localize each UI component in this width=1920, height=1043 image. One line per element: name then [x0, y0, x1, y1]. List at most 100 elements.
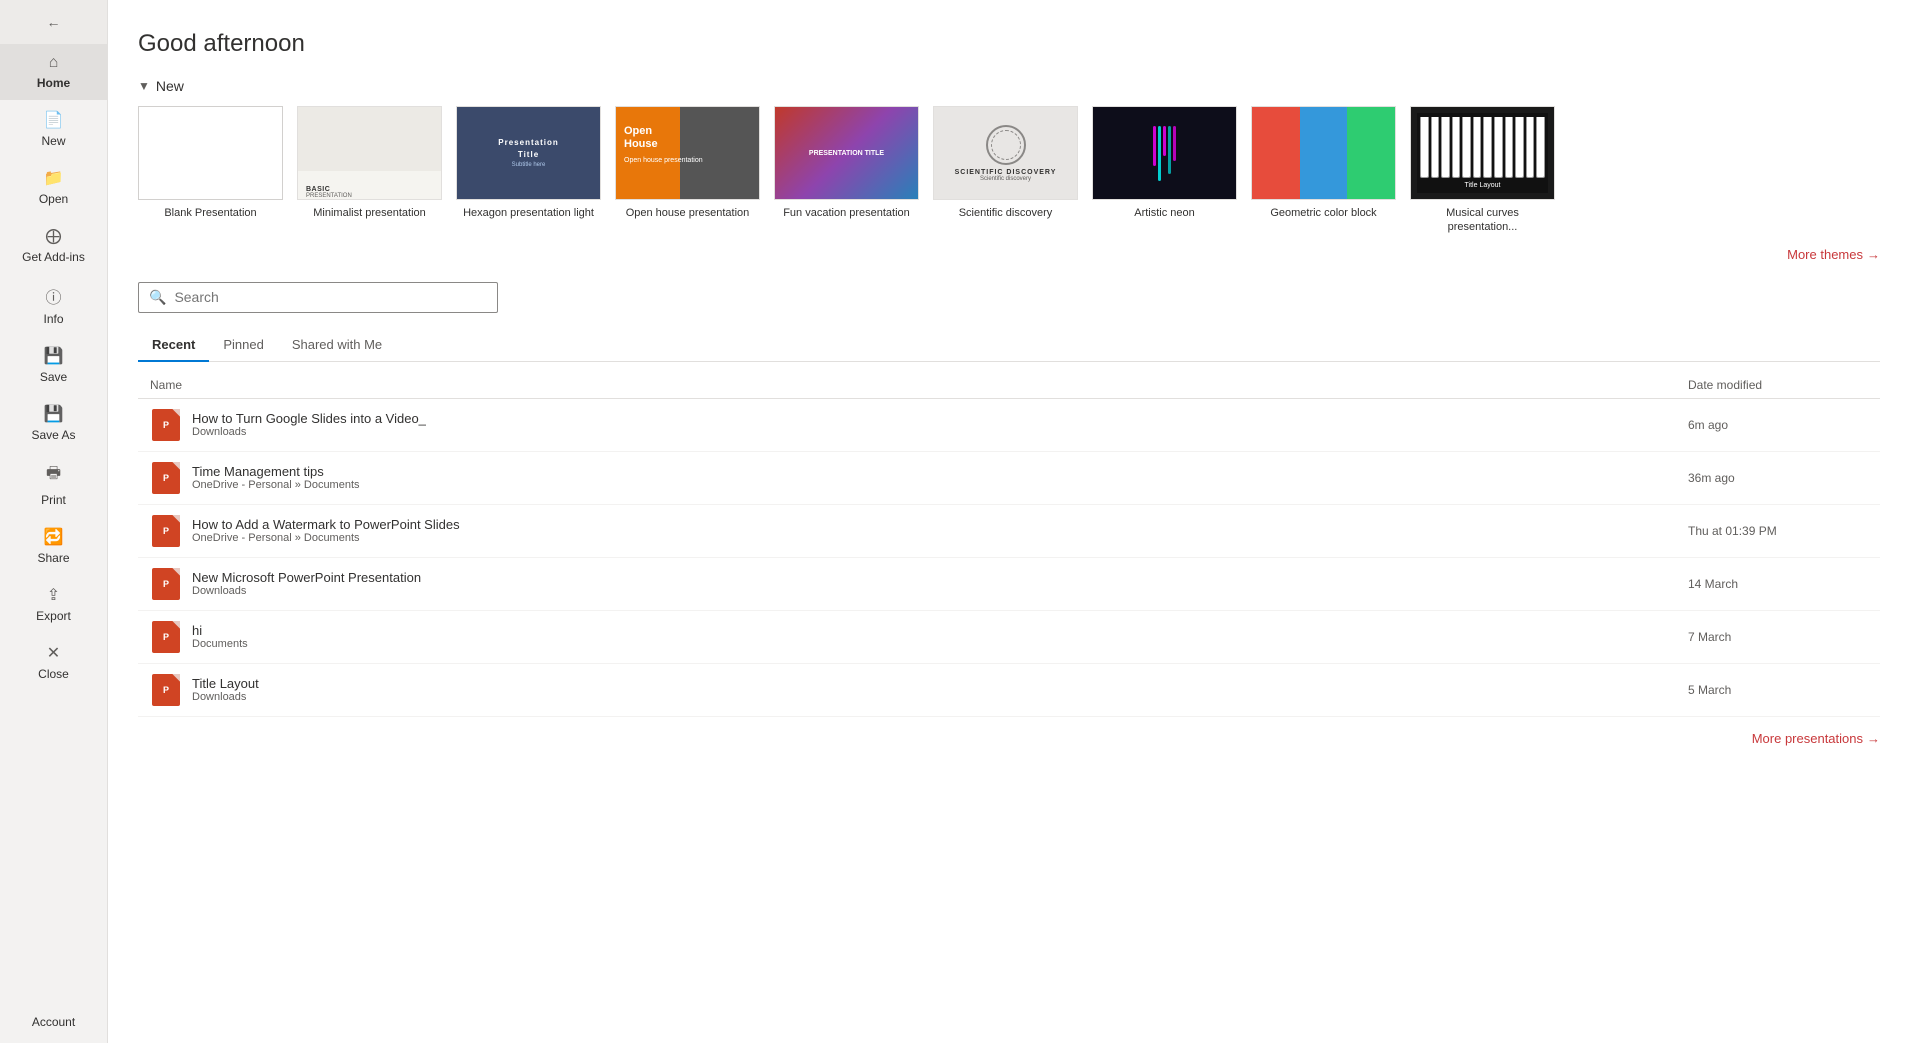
sidebar-item-addins[interactable]: ⨁ Get Add-ins	[0, 216, 107, 274]
geo-red	[1252, 107, 1300, 199]
template-label-hexagon: Hexagon presentation light	[463, 206, 594, 220]
tab-shared[interactable]: Shared with Me	[278, 329, 396, 362]
more-themes-label: More themes	[1787, 247, 1863, 262]
file-info-2: Time Management tips OneDrive - Personal…	[192, 464, 1678, 491]
template-funvacation[interactable]: PRESENTATION TITLE Fun vacation presenta…	[774, 106, 919, 235]
sidebar-item-info-label: Info	[43, 312, 63, 326]
sidebar-item-new[interactable]: 📄 New	[0, 100, 107, 158]
geo-blue	[1300, 107, 1348, 199]
col-name-header: Name	[150, 378, 1688, 392]
template-thumb-geometric	[1251, 106, 1396, 200]
template-geometric[interactable]: Geometric color block	[1251, 106, 1396, 235]
template-blank[interactable]: Blank Presentation	[138, 106, 283, 235]
file-icon-5: P	[150, 621, 182, 653]
sidebar-item-saveas-label: Save As	[31, 428, 75, 442]
main-content: Good afternoon ▼ New Blank Presentation …	[108, 0, 1920, 1043]
file-date-5: 7 March	[1688, 630, 1868, 644]
new-icon: 📄	[44, 110, 64, 130]
sidebar-item-addins-label: Get Add-ins	[22, 250, 85, 264]
template-scientific[interactable]: SCIENTIFIC DISCOVERY Scientific discover…	[933, 106, 1078, 235]
search-bar[interactable]: 🔍	[138, 282, 498, 313]
sidebar-item-export[interactable]: ⇪ Export	[0, 575, 107, 633]
sidebar-item-print[interactable]: 🖶 Print	[0, 452, 107, 517]
file-icon-4: P	[150, 568, 182, 600]
template-artisticneon[interactable]: Artistic neon	[1092, 106, 1237, 235]
account-button[interactable]: Account	[0, 1001, 107, 1043]
sidebar-item-info[interactable]: ⓘ Info	[0, 274, 107, 336]
file-row-1[interactable]: P How to Turn Google Slides into a Video…	[138, 399, 1880, 452]
more-presentations-button[interactable]: More presentations →	[138, 731, 1880, 746]
sidebar-item-saveas[interactable]: 💾 Save As	[0, 394, 107, 452]
back-button[interactable]: ←	[0, 0, 107, 44]
file-list-header: Name Date modified	[138, 372, 1880, 399]
file-row-5[interactable]: P hi Documents 7 March	[138, 611, 1880, 664]
new-section-label: New	[156, 78, 184, 94]
new-section-header[interactable]: ▼ New	[138, 78, 1880, 94]
file-name-2: Time Management tips	[192, 464, 1678, 479]
templates-row: Blank Presentation BASIC PRESENTATION Mi…	[138, 106, 1880, 235]
addins-icon: ⨁	[46, 226, 62, 246]
template-musical[interactable]: Title Layout Musical curves presentation…	[1410, 106, 1555, 235]
sidebar-item-save-label: Save	[40, 370, 67, 384]
file-info-5: hi Documents	[192, 623, 1678, 650]
more-presentations-arrow: →	[1867, 731, 1880, 746]
template-thumb-hexagon: Presentation Title Subtitle here	[456, 106, 601, 200]
template-minimalist[interactable]: BASIC PRESENTATION Minimalist presentati…	[297, 106, 442, 235]
openhouse-title: OpenHouse	[624, 125, 658, 151]
sidebar-item-print-label: Print	[41, 493, 66, 507]
openhouse-sub: Open house presentation	[624, 157, 703, 164]
file-name-1: How to Turn Google Slides into a Video_	[192, 411, 1678, 426]
template-label-openhouse: Open house presentation	[626, 206, 750, 220]
template-thumb-artisticneon	[1092, 106, 1237, 200]
sidebar-item-share[interactable]: 🔁 Share	[0, 517, 107, 575]
musical-title-text: Title Layout	[1417, 178, 1548, 193]
file-icon-6: P	[150, 674, 182, 706]
file-date-4: 14 March	[1688, 577, 1868, 591]
sidebar-item-home[interactable]: ⌂ Home	[0, 44, 107, 100]
template-hexagon[interactable]: Presentation Title Subtitle here Hexagon…	[456, 106, 601, 235]
home-icon: ⌂	[49, 54, 59, 72]
sidebar-item-new-label: New	[41, 134, 65, 148]
pptx-icon-6: P	[152, 674, 180, 706]
sidebar-item-save[interactable]: 💾 Save	[0, 336, 107, 394]
file-info-1: How to Turn Google Slides into a Video_ …	[192, 411, 1678, 438]
template-label-minimalist: Minimalist presentation	[313, 206, 426, 220]
file-row-3[interactable]: P How to Add a Watermark to PowerPoint S…	[138, 505, 1880, 558]
pptx-icon-2: P	[152, 462, 180, 494]
sci-circle	[986, 125, 1026, 165]
info-icon: ⓘ	[45, 284, 61, 308]
template-openhouse[interactable]: OpenHouse Open house presentation Open h…	[615, 106, 760, 235]
file-info-6: Title Layout Downloads	[192, 676, 1678, 703]
sidebar-item-close-label: Close	[38, 667, 69, 681]
sidebar-item-open[interactable]: 📁 Open	[0, 158, 107, 216]
more-themes-button[interactable]: More themes →	[138, 247, 1880, 262]
tab-recent[interactable]: Recent	[138, 329, 209, 362]
collapse-chevron: ▼	[138, 79, 150, 93]
template-label-blank: Blank Presentation	[164, 206, 256, 220]
account-label: Account	[32, 1015, 75, 1029]
saveas-icon: 💾	[44, 404, 64, 424]
file-row-4[interactable]: P New Microsoft PowerPoint Presentation …	[138, 558, 1880, 611]
geo-green	[1347, 107, 1395, 199]
file-icon-2: P	[150, 462, 182, 494]
tab-pinned[interactable]: Pinned	[209, 329, 277, 362]
file-location-6: Downloads	[192, 691, 1678, 703]
pptx-icon-5: P	[152, 621, 180, 653]
file-location-1: Downloads	[192, 426, 1678, 438]
template-thumb-minimalist: BASIC PRESENTATION	[297, 106, 442, 200]
sidebar-item-share-label: Share	[37, 551, 69, 565]
sidebar-item-close[interactable]: ✕ Close	[0, 633, 107, 691]
file-row-6[interactable]: P Title Layout Downloads 5 March	[138, 664, 1880, 717]
file-row-2[interactable]: P Time Management tips OneDrive - Person…	[138, 452, 1880, 505]
template-label-funvacation: Fun vacation presentation	[783, 206, 910, 220]
print-icon: 🖶	[46, 462, 61, 489]
file-location-2: OneDrive - Personal » Documents	[192, 479, 1678, 491]
search-input[interactable]	[174, 289, 487, 305]
sidebar-item-open-label: Open	[39, 192, 68, 206]
share-icon: 🔁	[44, 527, 64, 547]
neon-lines	[1153, 126, 1176, 181]
sidebar-item-export-label: Export	[36, 609, 71, 623]
file-name-5: hi	[192, 623, 1678, 638]
pptx-icon-1: P	[152, 409, 180, 441]
greeting-text: Good afternoon	[138, 30, 1880, 58]
